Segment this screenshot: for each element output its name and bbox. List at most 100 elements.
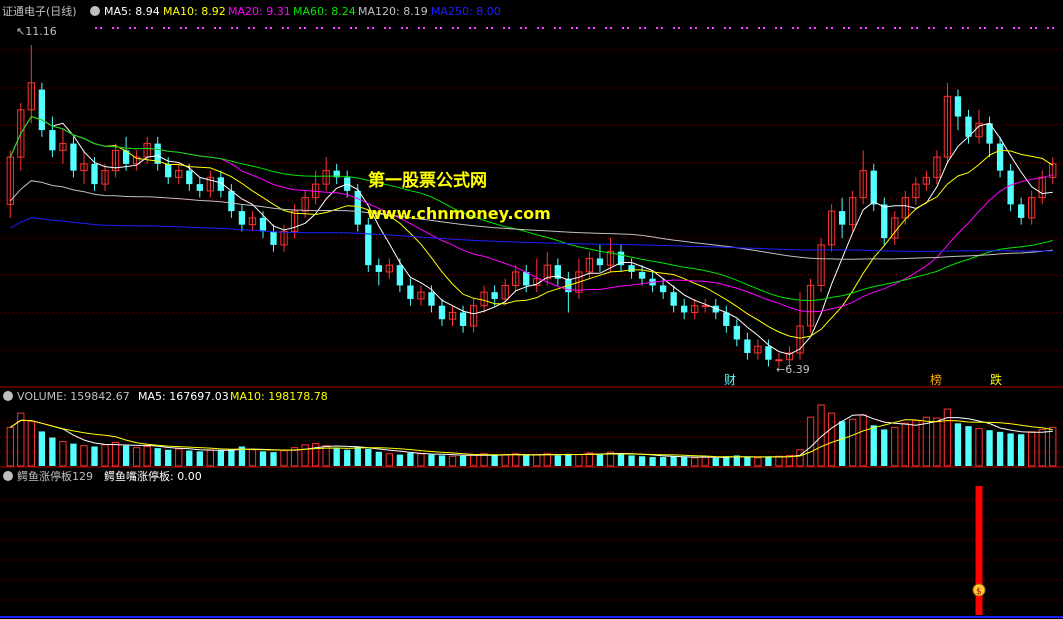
marker-dot bbox=[814, 27, 816, 29]
volume-bar bbox=[922, 416, 931, 467]
volume-bar bbox=[311, 443, 320, 467]
volume-bar bbox=[912, 419, 920, 467]
candle-body bbox=[681, 305, 688, 313]
marker-dot bbox=[202, 27, 204, 29]
volume-bar bbox=[111, 441, 120, 467]
marker-dot bbox=[520, 27, 522, 29]
volume-bar bbox=[565, 453, 572, 466]
indicator-settings-icon[interactable] bbox=[3, 471, 13, 481]
volume-bar bbox=[806, 416, 815, 467]
volume-settings-icon[interactable] bbox=[3, 391, 13, 401]
candle-body bbox=[838, 211, 846, 225]
indicator-panel-header: 鳄鱼涨停板129 鳄鱼嘴涨停板: 0.00 bbox=[3, 469, 202, 483]
indicator-line-label: 鳄鱼嘴涨停板: 0.00 bbox=[104, 469, 202, 483]
marker-dot bbox=[542, 27, 544, 29]
volume-bar bbox=[143, 445, 151, 467]
marker-dot bbox=[622, 27, 624, 29]
candle-body bbox=[186, 170, 193, 185]
marker-dot bbox=[1052, 27, 1054, 29]
watermark-url: www.chnmoney.com bbox=[367, 204, 551, 223]
volume-bar bbox=[965, 426, 972, 466]
volume-bar bbox=[1028, 431, 1036, 467]
marker-dot bbox=[962, 27, 964, 29]
marker-dot bbox=[639, 27, 641, 29]
marker-dot bbox=[1047, 27, 1049, 29]
signal-bars: $ bbox=[972, 486, 986, 615]
volume-bar bbox=[280, 450, 288, 467]
volume-bar bbox=[333, 448, 340, 466]
marker-dot bbox=[146, 27, 148, 29]
volume-panel-header: VOLUME: 159842.67 MA5: 167697.03 MA10: 1… bbox=[3, 390, 328, 403]
marker-dot bbox=[979, 27, 981, 29]
volume-bar bbox=[1007, 433, 1014, 466]
volume-bar bbox=[1017, 434, 1025, 466]
candle-body bbox=[965, 116, 972, 137]
volume-bar bbox=[228, 448, 235, 466]
volume-bar bbox=[617, 453, 625, 466]
volume-bar bbox=[49, 437, 56, 466]
ma10-line bbox=[9, 116, 1053, 339]
marker-dot bbox=[452, 27, 454, 29]
indicator-title: 鳄鱼涨停板129 bbox=[17, 469, 93, 483]
candle-body bbox=[438, 305, 446, 320]
marker-dot bbox=[763, 27, 765, 29]
volume-bar bbox=[396, 454, 404, 466]
volume-bar bbox=[901, 422, 909, 467]
marker-dot bbox=[746, 27, 748, 29]
marker-dot bbox=[401, 27, 403, 29]
marker-dot bbox=[1001, 27, 1003, 29]
candle-body bbox=[365, 224, 372, 266]
volume-bar bbox=[132, 447, 141, 467]
marker-dot bbox=[673, 27, 675, 29]
ma20-label: MA20: 9.31 bbox=[228, 5, 291, 18]
low-price-label: ←6.39 bbox=[776, 363, 810, 376]
candle-body bbox=[165, 163, 172, 178]
marker-dot bbox=[231, 27, 233, 29]
volume-bar bbox=[765, 457, 772, 466]
marker-dot bbox=[627, 27, 629, 29]
stock-chart[interactable]: $ 证通电子(日线) MA5: 8.94 MA10: 8.92 MA20: 9.… bbox=[0, 0, 1063, 619]
marker-dot bbox=[656, 27, 658, 29]
marker-dot bbox=[282, 27, 284, 29]
marker-dot bbox=[588, 27, 590, 29]
event-tag-die[interactable]: 跌 bbox=[990, 372, 1002, 387]
marker-dot bbox=[219, 27, 221, 29]
marker-dot bbox=[350, 27, 352, 29]
candle-body bbox=[1007, 170, 1014, 205]
volume-bar bbox=[659, 457, 667, 466]
candle-body bbox=[407, 285, 414, 299]
candle-body bbox=[996, 143, 1004, 171]
price-panel-header: 证通电子(日线) MA5: 8.94 MA10: 8.92 MA20: 9.31… bbox=[2, 4, 501, 18]
settings-dot-icon[interactable] bbox=[90, 6, 100, 16]
volume-bar bbox=[870, 425, 877, 466]
volume-bar bbox=[417, 453, 425, 467]
volume-bar bbox=[849, 418, 857, 467]
marker-dot bbox=[950, 27, 952, 29]
event-tag-cai[interactable]: 财 bbox=[724, 373, 736, 387]
money-bag-symbol: $ bbox=[976, 587, 982, 597]
volume-bar bbox=[523, 455, 530, 466]
candle-body bbox=[775, 359, 783, 362]
watermark-title: 第一股票公式网 bbox=[368, 170, 487, 191]
event-tag-bang[interactable]: 榜 bbox=[930, 372, 942, 387]
marker-dot bbox=[848, 27, 850, 29]
candle-body bbox=[270, 231, 277, 245]
marker-dot bbox=[826, 27, 828, 29]
marker-dot bbox=[508, 27, 510, 29]
marker-dot bbox=[384, 27, 386, 29]
price-panel-title: 证通电子(日线) bbox=[2, 4, 77, 18]
marker-dot bbox=[248, 27, 250, 29]
volume-bar bbox=[165, 449, 172, 466]
marker-dot bbox=[1018, 27, 1020, 29]
candle-body bbox=[91, 163, 98, 185]
volume-bar bbox=[933, 417, 941, 467]
top-marker-dots bbox=[95, 27, 1054, 29]
marker-dot bbox=[554, 27, 556, 29]
marker-dot bbox=[333, 27, 335, 29]
marker-dot bbox=[185, 27, 187, 29]
marker-dot bbox=[1013, 27, 1015, 29]
volume-bar bbox=[827, 412, 836, 467]
marker-dot bbox=[661, 27, 663, 29]
marker-dot bbox=[860, 27, 862, 29]
candle-body bbox=[228, 190, 235, 212]
